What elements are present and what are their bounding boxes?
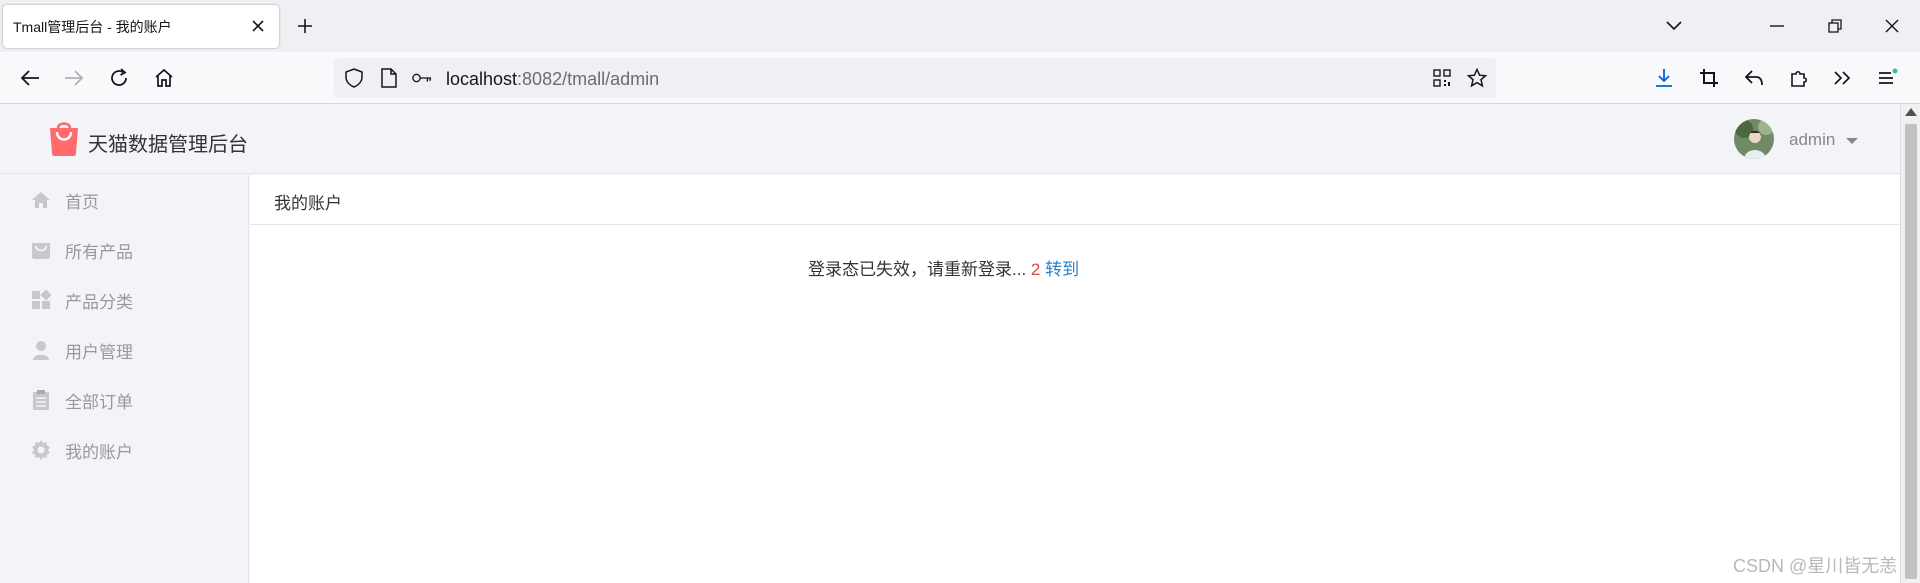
- close-window-icon[interactable]: [1878, 12, 1906, 40]
- user-name-dropdown[interactable]: admin: [1789, 130, 1835, 150]
- user-avatar[interactable]: [1734, 119, 1774, 159]
- brand-title[interactable]: 天猫数据管理后台: [88, 128, 248, 157]
- key-icon[interactable]: [412, 68, 432, 88]
- sidebar-item-my-account[interactable]: 我的账户: [0, 425, 248, 475]
- clipboard-icon: [30, 389, 52, 411]
- sidebar-item-users[interactable]: 用户管理: [0, 325, 248, 375]
- home-icon: [30, 189, 52, 211]
- sidebar-item-home[interactable]: 首页: [0, 175, 248, 225]
- url-host: localhost: [446, 69, 518, 89]
- shield-icon[interactable]: [344, 68, 364, 88]
- tab-title: Tmall管理后台 - 我的账户: [13, 18, 172, 35]
- countdown-number: 2: [1030, 260, 1041, 279]
- tab-strip: Tmall管理后台 - 我的账户: [0, 0, 1920, 52]
- goto-login-link[interactable]: 转到: [1045, 260, 1079, 279]
- tab-list-chevron-icon[interactable]: [1660, 12, 1688, 40]
- page-scrollbar[interactable]: [1900, 104, 1920, 583]
- qr-code-icon[interactable]: [1432, 68, 1452, 88]
- grid-icon: [30, 289, 52, 311]
- back-arrow-icon[interactable]: [16, 64, 44, 92]
- caret-down-icon[interactable]: [1846, 138, 1858, 144]
- csdn-watermark: CSDN @星川皆无恙: [1733, 556, 1898, 576]
- message-text: 登录态已失效，请重新登录...: [808, 260, 1027, 279]
- sidebar-item-label: 首页: [65, 192, 99, 212]
- main-content: 我的账户 登录态已失效，请重新登录... 2 转到: [250, 175, 1900, 583]
- restore-icon[interactable]: [1821, 12, 1849, 40]
- sidebar-item-label: 我的账户: [65, 442, 133, 462]
- crop-screenshot-icon[interactable]: [1695, 64, 1723, 92]
- extensions-puzzle-icon[interactable]: [1785, 64, 1813, 92]
- page-icon[interactable]: [379, 68, 399, 88]
- sidebar-item-label: 全部订单: [65, 392, 133, 412]
- browser-tab-active[interactable]: Tmall管理后台 - 我的账户: [3, 5, 279, 48]
- sidebar-item-categories[interactable]: 产品分类: [0, 275, 248, 325]
- reload-icon[interactable]: [105, 64, 133, 92]
- sidebar-item-label: 所有产品: [65, 242, 133, 262]
- sidebar: 首页 所有产品 产品分类 用户管理 全部订单 我的账户: [0, 175, 249, 583]
- sidebar-item-orders[interactable]: 全部订单: [0, 375, 248, 425]
- download-icon[interactable]: [1650, 64, 1678, 92]
- undo-arrow-icon[interactable]: [1740, 64, 1768, 92]
- app-menu-icon[interactable]: [1874, 64, 1902, 92]
- url-text: localhost:8082/tmall/admin: [446, 69, 659, 90]
- bag-icon: [30, 239, 52, 261]
- tmall-bag-logo-icon[interactable]: [46, 120, 82, 156]
- session-expired-message: 登录态已失效，请重新登录... 2 转到: [808, 255, 1079, 280]
- admin-header: 天猫数据管理后台 admin: [0, 104, 1900, 174]
- scroll-up-arrow-icon[interactable]: [1905, 108, 1917, 116]
- gear-icon: [30, 439, 52, 461]
- user-icon: [30, 339, 52, 361]
- address-bar[interactable]: localhost:8082/tmall/admin: [334, 58, 1496, 98]
- minimize-icon[interactable]: [1763, 12, 1791, 40]
- web-page: 天猫数据管理后台 admin 首页 所有产品 产品分类 用户管理 全部订单 我的…: [0, 104, 1900, 583]
- bookmark-star-icon[interactable]: [1467, 68, 1487, 88]
- url-path: :8082/tmall/admin: [517, 69, 660, 89]
- close-tab-icon[interactable]: [249, 17, 267, 35]
- navigation-toolbar: localhost:8082/tmall/admin: [0, 52, 1920, 104]
- new-tab-icon[interactable]: [293, 14, 317, 38]
- scroll-thumb[interactable]: [1905, 124, 1917, 579]
- sidebar-item-label: 产品分类: [65, 292, 133, 312]
- home-icon[interactable]: [150, 64, 178, 92]
- sidebar-item-all-products[interactable]: 所有产品: [0, 225, 248, 275]
- breadcrumb: 我的账户: [250, 175, 1900, 225]
- more-tools-chevrons-icon[interactable]: [1829, 64, 1857, 92]
- sidebar-item-label: 用户管理: [65, 342, 133, 362]
- page-title: 我的账户: [274, 194, 342, 213]
- forward-arrow-icon[interactable]: [60, 64, 88, 92]
